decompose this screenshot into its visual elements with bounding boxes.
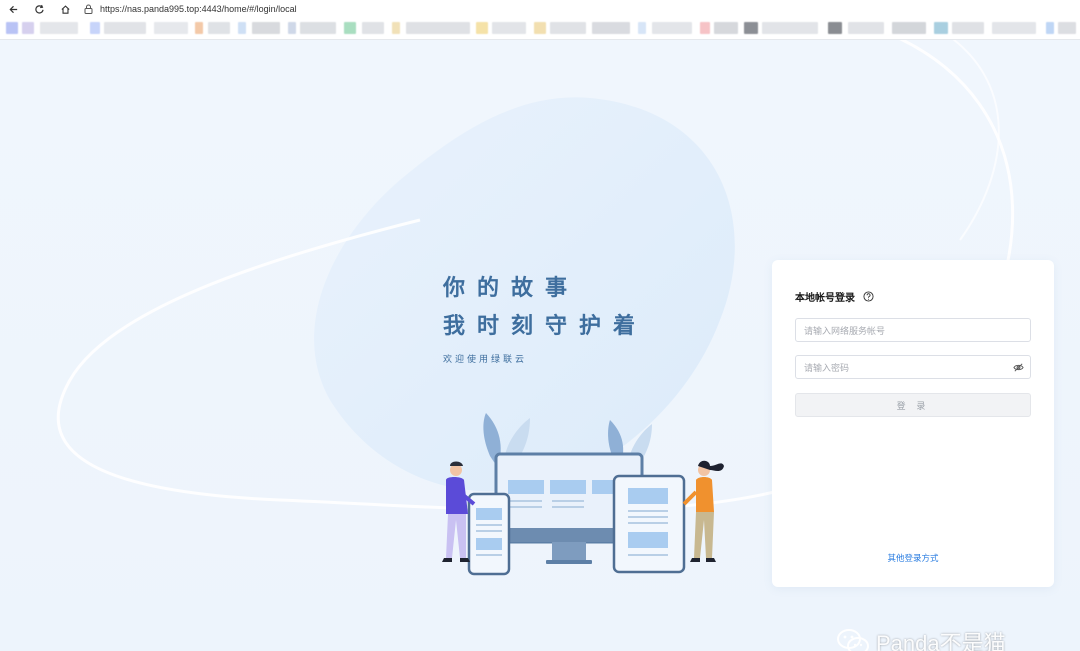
bookmark-item[interactable] xyxy=(195,22,203,34)
home-button[interactable] xyxy=(52,0,78,18)
bookmark-item[interactable] xyxy=(762,22,818,34)
bookmark-item[interactable] xyxy=(252,22,280,34)
login-page: 你的故事 我时刻守护着 欢迎使用绿联云 本地帐号登录 请输入网络服务帐号 登 录… xyxy=(0,40,1080,651)
bookmarks-bar xyxy=(0,18,1080,40)
url-field[interactable]: https://nas.panda995.top:4443/home/#/log… xyxy=(84,4,297,14)
bookmark-item[interactable] xyxy=(550,22,586,34)
bookmark-item[interactable] xyxy=(848,22,884,34)
back-button[interactable] xyxy=(0,0,26,18)
bookmark-item[interactable] xyxy=(638,22,646,34)
hero-illustration xyxy=(442,413,724,576)
lock-icon xyxy=(84,4,94,14)
slogan-line-1: 你的故事 xyxy=(443,276,580,301)
bookmark-item[interactable] xyxy=(104,22,146,34)
password-field[interactable] xyxy=(795,355,1031,380)
bookmark-item[interactable] xyxy=(362,22,384,34)
bookmark-item[interactable] xyxy=(744,22,758,34)
bookmark-item[interactable] xyxy=(40,22,78,34)
question-circle-icon[interactable] xyxy=(863,291,874,302)
login-button[interactable]: 登 录 xyxy=(795,393,1031,417)
url-text: https://nas.panda995.top:4443/home/#/log… xyxy=(100,4,297,14)
bookmark-item[interactable] xyxy=(534,22,546,34)
bookmark-item[interactable] xyxy=(344,22,356,34)
bookmark-item[interactable] xyxy=(238,22,246,34)
bookmark-item[interactable] xyxy=(22,22,34,34)
eye-off-icon[interactable] xyxy=(1013,362,1024,373)
bookmark-item[interactable] xyxy=(208,22,230,34)
bookmark-item[interactable] xyxy=(992,22,1036,34)
username-field[interactable] xyxy=(795,318,1031,343)
bookmark-item[interactable] xyxy=(700,22,710,34)
hero-slogan: 你的故事 我时刻守护着 欢迎使用绿联云 xyxy=(443,270,647,365)
slogan-line-2: 我时刻守护着 xyxy=(443,314,648,339)
watermark: Panda不是猫 xyxy=(836,626,1006,651)
watermark-text: Panda不是猫 xyxy=(876,631,1006,651)
browser-address-bar: https://nas.panda995.top:4443/home/#/log… xyxy=(0,0,1080,18)
username-input[interactable] xyxy=(796,321,1030,343)
bookmark-item[interactable] xyxy=(1046,22,1054,34)
welcome-text: 欢迎使用绿联云 xyxy=(443,355,528,365)
login-card: 本地帐号登录 登 录 其他登录方式 xyxy=(772,260,1054,587)
login-title: 本地帐号登录 xyxy=(795,289,874,304)
bookmark-item[interactable] xyxy=(476,22,488,34)
reload-button[interactable] xyxy=(26,0,52,18)
bookmark-item[interactable] xyxy=(934,22,948,34)
wechat-icon xyxy=(837,629,869,651)
bookmark-item[interactable] xyxy=(288,22,296,34)
bookmark-item[interactable] xyxy=(1058,22,1076,34)
bookmark-item[interactable] xyxy=(592,22,630,34)
bookmark-item[interactable] xyxy=(300,22,336,34)
bookmark-item[interactable] xyxy=(6,22,18,34)
back-icon xyxy=(8,5,17,13)
login-title-text: 本地帐号登录 xyxy=(795,293,855,304)
bookmark-item[interactable] xyxy=(154,22,188,34)
bookmark-item[interactable] xyxy=(892,22,926,34)
bookmark-item[interactable] xyxy=(392,22,400,34)
bookmark-item[interactable] xyxy=(652,22,692,34)
password-input[interactable] xyxy=(796,358,1030,380)
bookmark-item[interactable] xyxy=(714,22,738,34)
bookmark-item[interactable] xyxy=(406,22,470,34)
bookmark-item[interactable] xyxy=(952,22,984,34)
reload-icon xyxy=(34,4,44,14)
bookmark-item[interactable] xyxy=(492,22,526,34)
bookmark-item[interactable] xyxy=(90,22,100,34)
bookmark-item[interactable] xyxy=(828,22,842,34)
home-icon xyxy=(60,4,70,14)
other-login-link[interactable]: 其他登录方式 xyxy=(772,552,1054,564)
